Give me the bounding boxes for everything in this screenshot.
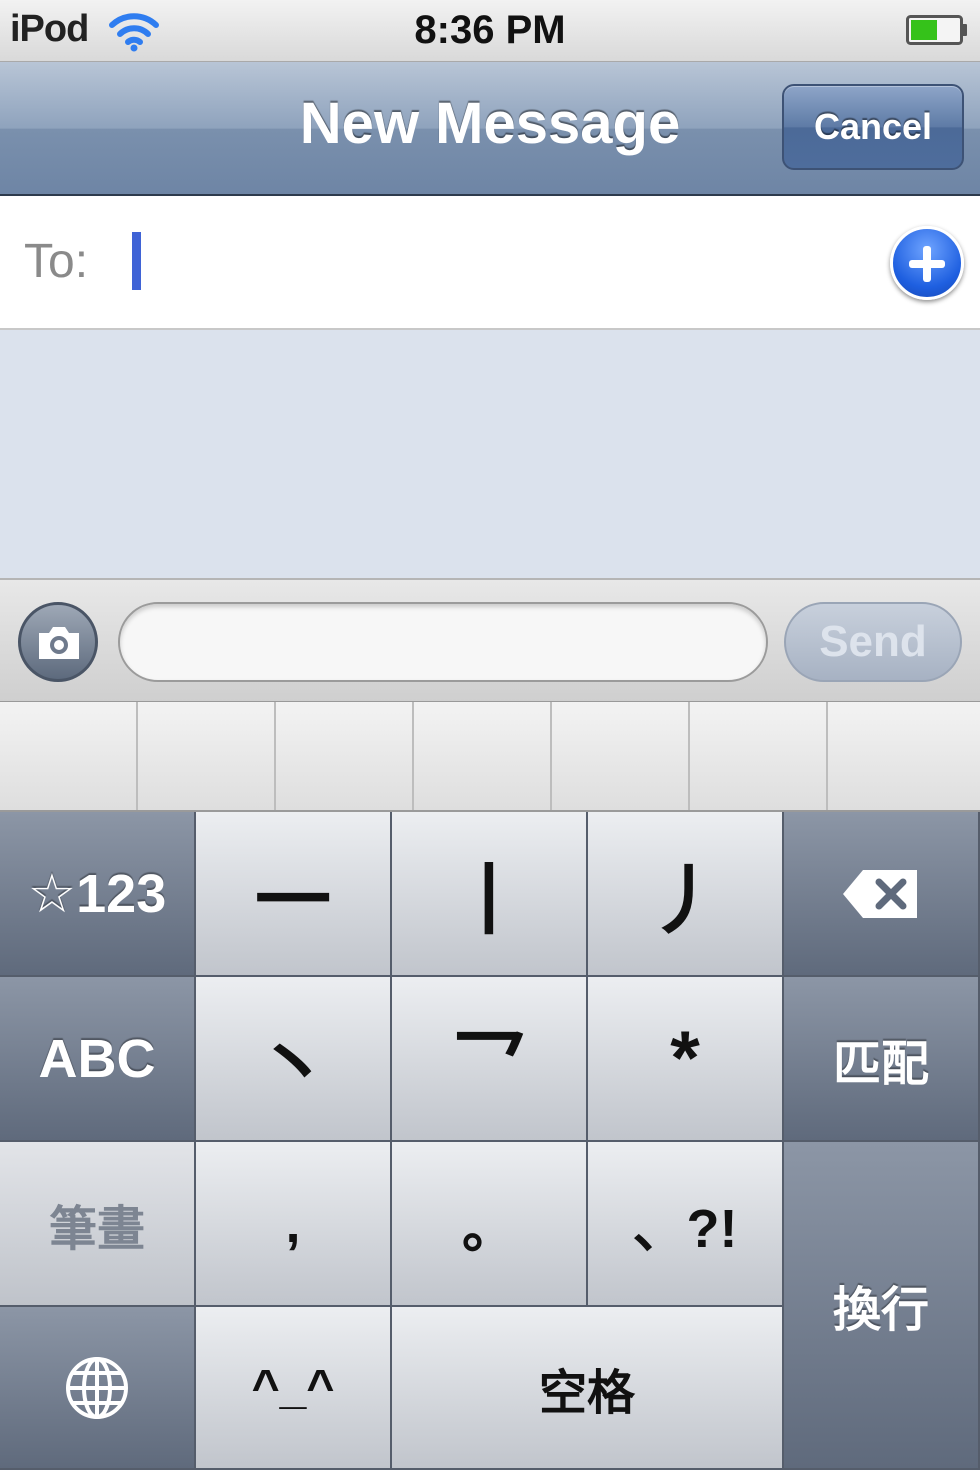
comma-key[interactable]: , [196, 1142, 392, 1307]
text-cursor [132, 232, 141, 290]
globe-icon [66, 1356, 128, 1419]
space-key[interactable]: 空格 [392, 1307, 784, 1470]
to-label: To: [24, 235, 89, 288]
stroke-dot-key[interactable]: 丶 [196, 977, 392, 1142]
stroke-mode-key[interactable]: 筆畫 [0, 1142, 196, 1307]
symbols-key[interactable]: ☆123 [0, 812, 196, 977]
stroke-horizontal-key[interactable]: 一 [196, 812, 392, 977]
stroke-turning-key[interactable]: 乛 [392, 977, 588, 1142]
stroke-left-falling-key[interactable]: 丿 [588, 812, 784, 977]
candidate-slot[interactable] [828, 702, 980, 810]
punctuation-key[interactable]: 、?! [588, 1142, 784, 1307]
candidate-slot[interactable] [552, 702, 690, 810]
add-contact-button[interactable] [890, 226, 964, 300]
emoticon-key[interactable]: ^_^ [196, 1307, 392, 1470]
candidate-bar [0, 702, 980, 812]
wildcard-key[interactable]: * [588, 977, 784, 1142]
candidate-slot[interactable] [414, 702, 552, 810]
match-key[interactable]: 匹配 [784, 977, 980, 1142]
send-button[interactable]: Send [784, 602, 962, 682]
globe-key[interactable] [0, 1307, 196, 1470]
candidate-slot[interactable] [138, 702, 276, 810]
return-key[interactable]: 換行 [784, 1142, 980, 1470]
compose-bar: Send [0, 578, 980, 702]
camera-button[interactable] [18, 602, 98, 682]
battery-icon [906, 15, 967, 45]
candidate-slot[interactable] [0, 702, 138, 810]
message-area [0, 330, 980, 578]
period-key[interactable]: 。 [392, 1142, 588, 1307]
cancel-button[interactable]: Cancel [782, 84, 964, 170]
abc-key[interactable]: ABC [0, 977, 196, 1142]
message-input[interactable] [118, 602, 768, 682]
delete-key[interactable] [784, 812, 980, 977]
candidate-slot[interactable] [690, 702, 828, 810]
recipient-field[interactable]: To: [0, 196, 980, 330]
backspace-icon [843, 869, 917, 918]
nav-bar: New Message Cancel [0, 62, 980, 196]
stroke-vertical-key[interactable]: 丨 [392, 812, 588, 977]
status-bar: iPod 8:36 PM [0, 0, 980, 62]
camera-icon [39, 627, 79, 659]
clock: 8:36 PM [414, 8, 566, 52]
candidate-slot[interactable] [276, 702, 414, 810]
stroke-keyboard: ☆123 一 丨 丿 ABC 丶 乛 * 匹配 筆畫 , 。 、?! 換行 ^_… [0, 812, 980, 1470]
